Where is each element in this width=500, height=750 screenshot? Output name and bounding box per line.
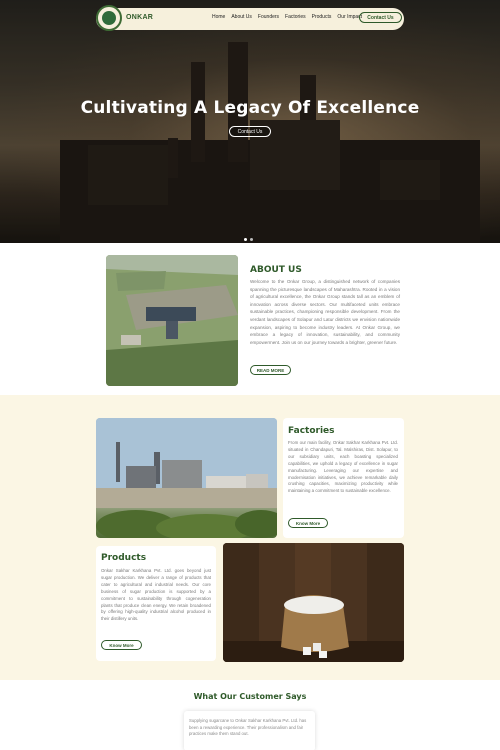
sugar-sack-photo [223, 543, 404, 662]
onkar-logo[interactable] [96, 5, 122, 31]
nav-about-us[interactable]: About Us [231, 14, 252, 20]
hero-section: ONKAR Home About Us Founders Factories P… [0, 0, 500, 243]
factories-know-more-button[interactable]: Know More [288, 518, 328, 528]
products-know-more-button[interactable]: Know More [101, 640, 142, 650]
read-more-button[interactable]: READ MORE [250, 365, 291, 375]
testimonial-quote: Supplying sugarcane to Onkar Sakhar Kark… [189, 718, 307, 736]
aerial-factory-image [106, 255, 238, 386]
products-title: Products [101, 553, 147, 563]
logo-emblem-icon [102, 11, 116, 25]
nav-home[interactable]: Home [212, 14, 225, 20]
factories-text: From our main facility, Onkar Sakhar Kar… [288, 440, 398, 494]
carousel-dots [244, 238, 253, 241]
carousel-dot-2[interactable] [250, 238, 253, 241]
main-nav: Home About Us Founders Factories Product… [212, 14, 362, 20]
brand-name[interactable]: ONKAR [126, 14, 153, 21]
nav-products[interactable]: Products [312, 14, 332, 20]
testimonials-title: What Our Customer Says [193, 692, 307, 701]
contact-us-button[interactable]: Contact Us [359, 12, 402, 23]
hero-title: Cultivating A Legacy Of Excellence [80, 98, 420, 118]
products-text: Onkar Sakhar Karkhana Pvt. Ltd. goes bey… [101, 568, 211, 622]
about-title: ABOUT US [250, 265, 302, 275]
carousel-dot-1[interactable] [244, 238, 247, 241]
hero-contact-button[interactable]: Contact Us [229, 126, 271, 137]
about-text: Welcome to the Onkar Group, a distinguis… [250, 279, 400, 345]
factories-title: Factories [288, 426, 335, 436]
nav-factories[interactable]: Factories [285, 14, 306, 20]
factory-photo [96, 418, 277, 538]
nav-founders[interactable]: Founders [258, 14, 279, 20]
